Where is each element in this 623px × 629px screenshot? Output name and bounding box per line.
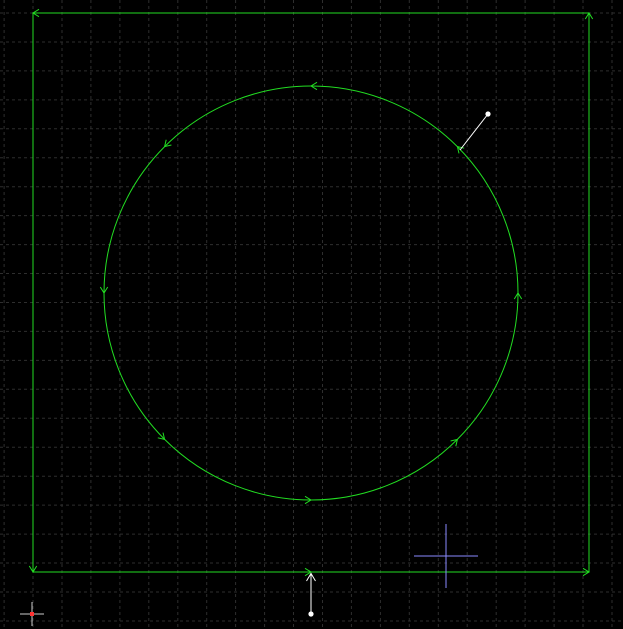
origin-marker-icon xyxy=(20,602,44,626)
circle-direction-arrows xyxy=(99,81,523,505)
grid xyxy=(0,0,623,629)
circle-pierce-point-icon[interactable] xyxy=(485,111,491,117)
circle-lead-in-line xyxy=(459,113,489,151)
outer-direction-arrows xyxy=(28,8,594,577)
cad-canvas[interactable] xyxy=(0,0,623,629)
outer-rectangle-path[interactable] xyxy=(32,12,590,573)
inner-circle-path[interactable] xyxy=(103,85,519,501)
circle-lead-in[interactable] xyxy=(459,111,491,151)
inner-circle-contour[interactable] xyxy=(99,81,523,505)
outer-rectangle-contour[interactable] xyxy=(28,8,594,577)
drawing-area[interactable] xyxy=(0,0,623,629)
rectangle-pierce-point-icon[interactable] xyxy=(308,611,314,617)
rectangle-lead-in[interactable] xyxy=(306,572,316,617)
